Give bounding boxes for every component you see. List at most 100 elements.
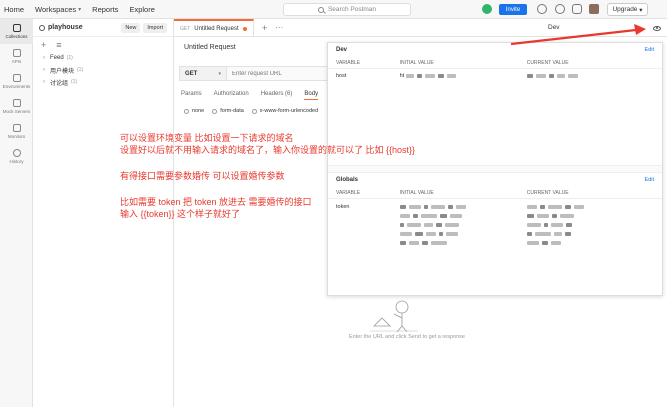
nav-home[interactable]: Home: [4, 5, 24, 14]
upgrade-label: Upgrade: [612, 6, 638, 13]
collection-name: 用户模块: [50, 68, 75, 75]
unsaved-dot-icon: [243, 26, 247, 31]
variable-name: host: [336, 73, 347, 79]
collection-count: (1): [77, 67, 84, 73]
dev-edit-link[interactable]: Edit: [645, 47, 654, 53]
empty-response-message: Enter the URL and click Send to get a re…: [349, 334, 465, 340]
tab-params[interactable]: Params: [181, 91, 202, 100]
workspace-name[interactable]: playhouse: [39, 24, 118, 31]
annotation-line-2: 设置好以后就不用输入请求的域名了，输入你设置的就可以了 比如 {{host}}: [120, 145, 416, 155]
globals-title: Globals: [336, 177, 359, 183]
rail-apis[interactable]: APIs: [0, 44, 33, 69]
initial-value: [399, 204, 527, 249]
collection-item[interactable]: › 用户模块 (1): [33, 64, 173, 76]
environment-quick-look-panel: Dev Edit VARIABLE INITIAL VALUE CURRENT …: [327, 42, 663, 296]
nav-workspaces-label: Workspaces: [35, 4, 77, 14]
dev-column-headers: VARIABLE INITIAL VALUE CURRENT VALUE: [328, 57, 662, 69]
history-icon: [12, 149, 21, 157]
bell-icon[interactable]: [572, 4, 582, 14]
tab-headers[interactable]: Headers (6): [261, 91, 293, 100]
column-initial-value: INITIAL VALUE: [399, 59, 434, 66]
rail-mock-servers[interactable]: Mock Servers: [0, 94, 33, 119]
rail-monitors[interactable]: Monitors: [0, 119, 33, 144]
annotation-line-5: 输入 {{token}} 这个样子就好了: [120, 209, 241, 219]
chevron-down-icon: ▾: [78, 6, 82, 13]
plus-icon[interactable]: +: [41, 40, 46, 50]
sync-status-icon[interactable]: [482, 4, 492, 14]
globals-section: Globals Edit VARIABLE INITIAL VALUE CURR…: [328, 173, 662, 249]
env-variable-row: token: [328, 204, 662, 249]
search-icon: [317, 6, 324, 13]
filter-icon[interactable]: ≡: [56, 40, 61, 50]
body-type-urlencoded[interactable]: x-www-form-urlencoded: [251, 108, 318, 114]
chevron-right-icon: ›: [43, 67, 45, 73]
request-tabs: Params Authorization Headers (6) Body: [181, 91, 330, 100]
initial-value: ht: [400, 73, 527, 79]
globals-column-headers: VARIABLE INITIAL VALUE CURRENT VALUE: [328, 187, 662, 199]
url-input[interactable]: [227, 66, 329, 81]
column-initial-value: INITIAL VALUE: [399, 189, 434, 196]
column-current-value: CURRENT VALUE: [526, 59, 569, 66]
new-button[interactable]: New: [121, 22, 141, 33]
column-variable: VARIABLE: [336, 59, 361, 66]
variable-name: token: [336, 204, 350, 210]
annotation-line-4: 比如需要 token 把 token 放进去 需要婚传的接口: [120, 197, 312, 207]
import-button[interactable]: Import: [143, 22, 167, 33]
body-type-label: form-data: [220, 108, 244, 114]
left-rail: Collections APIs Environments Mock Serve…: [0, 19, 33, 407]
rail-collections[interactable]: Collections: [0, 19, 33, 44]
rail-label: Collections: [5, 34, 28, 39]
annotation-line-1: 可以设置环境变量 比如设置一下请求的域名: [120, 133, 294, 143]
environment-quick-look-button[interactable]: [651, 23, 663, 33]
body-type-form-data[interactable]: form-data: [212, 108, 244, 114]
nav-reports[interactable]: Reports: [92, 5, 118, 14]
current-value: [526, 204, 654, 249]
current-value: [526, 73, 654, 79]
rail-label: APIs: [11, 59, 22, 64]
tab-method: GET: [180, 25, 191, 32]
request-title[interactable]: Untitled Request: [184, 44, 236, 51]
monitors-icon: [12, 124, 21, 132]
body-type-none[interactable]: none: [184, 108, 204, 114]
environment-select[interactable]: Dev: [548, 24, 560, 31]
tab-authorization[interactable]: Authorization: [214, 91, 249, 100]
globals-edit-link[interactable]: Edit: [645, 177, 654, 183]
radio-icon: [251, 108, 257, 114]
radio-icon: [212, 108, 218, 114]
avatar[interactable]: [589, 4, 599, 14]
env-variable-row: host ht: [328, 69, 662, 83]
nav-explore[interactable]: Explore: [129, 5, 154, 14]
collection-item[interactable]: › 讨论组 (1): [33, 76, 173, 88]
gear-icon[interactable]: [555, 4, 565, 14]
rail-history[interactable]: History: [0, 144, 33, 169]
rail-environments[interactable]: Environments: [0, 69, 33, 94]
more-icon[interactable]: ···: [275, 23, 283, 32]
column-variable: VARIABLE: [336, 189, 361, 196]
request-tab-bar: GET Untitled Request + ···: [174, 18, 667, 37]
method-select[interactable]: GET ▾: [179, 66, 227, 81]
tab-untitled-request[interactable]: GET Untitled Request: [174, 18, 254, 37]
nav-workspaces[interactable]: Workspaces ▾: [35, 5, 81, 14]
new-tab-plus-icon[interactable]: +: [262, 23, 267, 33]
workspace-header: playhouse New Import: [33, 19, 173, 37]
method-label: GET: [185, 70, 198, 77]
rail-label: History: [9, 159, 24, 164]
tab-body[interactable]: Body: [304, 91, 319, 100]
body-type-label: none: [192, 108, 205, 114]
section-divider: [328, 165, 662, 173]
apis-icon: [12, 49, 21, 57]
collections-icon: [12, 24, 21, 32]
invite-button[interactable]: Invite: [499, 4, 527, 15]
search-input[interactable]: Search Postman: [283, 3, 411, 16]
radio-icon: [184, 108, 189, 114]
collection-item[interactable]: › Feed (1): [33, 52, 173, 64]
dev-section-header: Dev Edit: [328, 43, 662, 57]
search-placeholder: Search Postman: [327, 6, 377, 13]
url-bar: GET ▾: [179, 66, 329, 81]
satellite-icon[interactable]: [537, 4, 547, 14]
rail-label: Mock Servers: [2, 109, 31, 114]
upgrade-button[interactable]: Upgrade ▾: [607, 3, 648, 16]
chevron-right-icon: ›: [43, 55, 45, 61]
collection-count: (1): [71, 79, 78, 85]
annotation-line-3: 有得接口需要参数婚传 可以设置婚传参数: [120, 171, 285, 181]
